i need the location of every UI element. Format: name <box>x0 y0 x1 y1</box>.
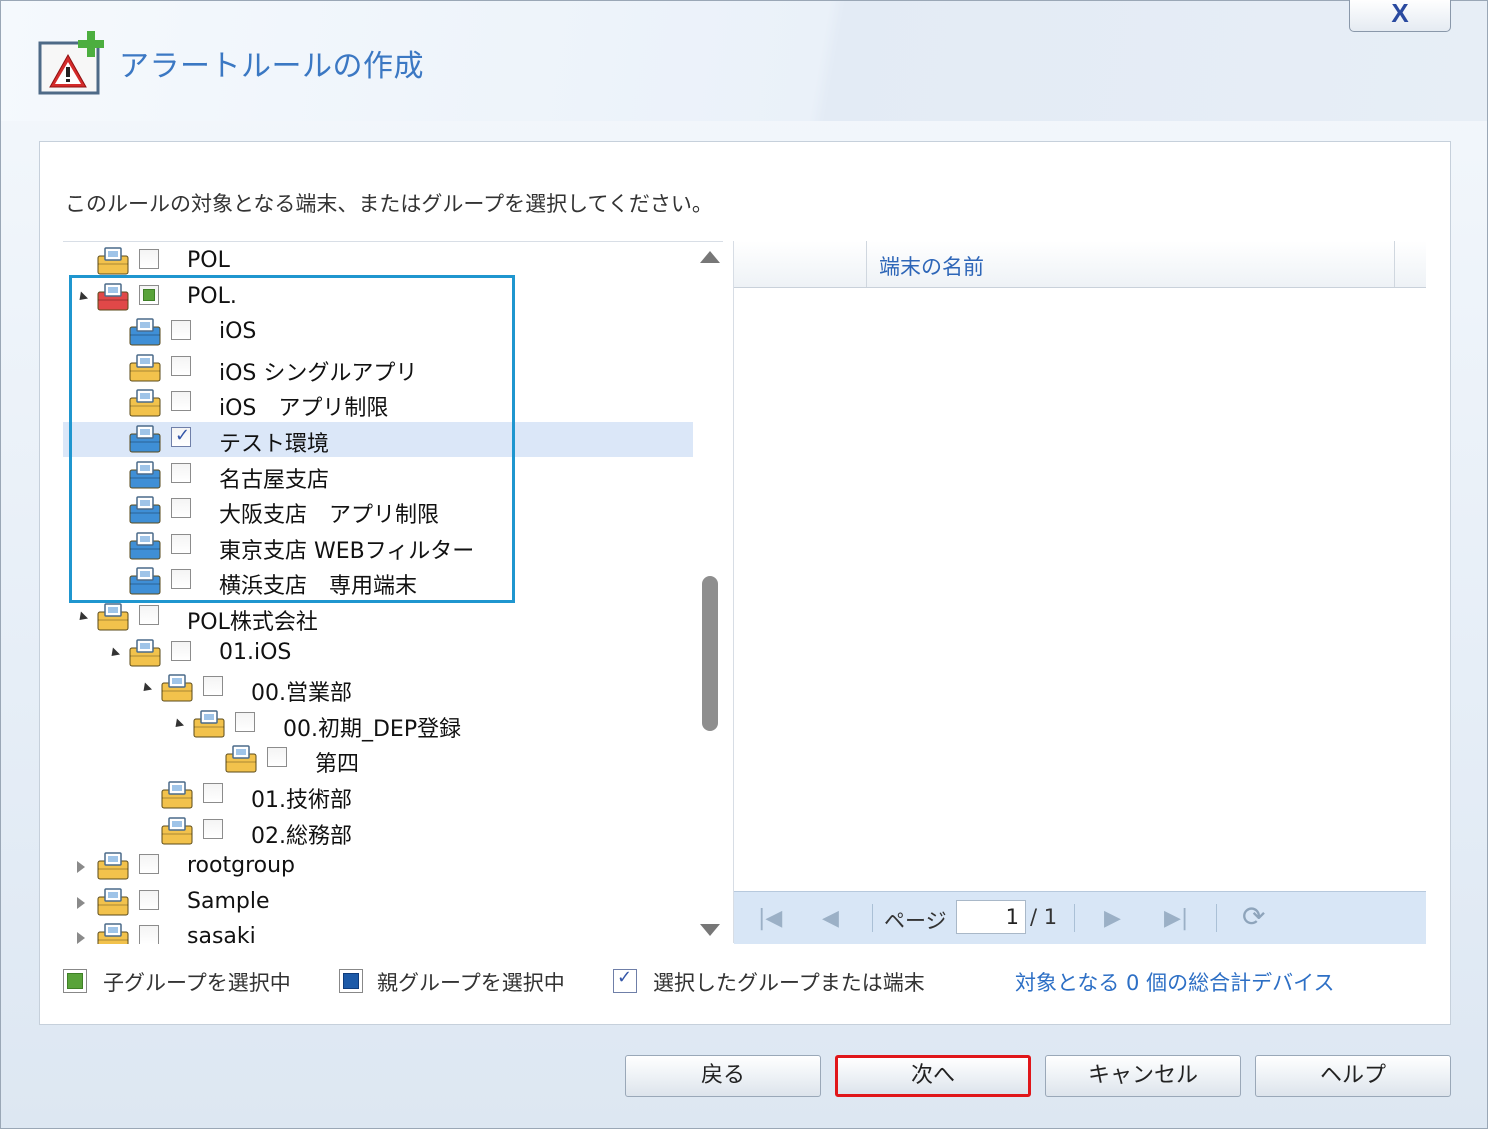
instruction-text: このルールの対象となる端末、またはグループを選択してください。 <box>65 192 713 216</box>
folder-yellow-group-icon <box>193 710 225 738</box>
cancel-button[interactable]: キャンセル <box>1045 1055 1241 1097</box>
close-button[interactable]: X <box>1349 0 1451 32</box>
column-separator <box>1394 241 1395 287</box>
parent-selected-legend-icon <box>339 969 363 993</box>
tree-checkbox[interactable] <box>203 676 223 697</box>
tree-row-label: Sample <box>187 888 270 914</box>
folder-yellow-group-icon <box>97 923 129 944</box>
total-devices-link[interactable]: 対象となる 0 個の総合計デバイス <box>1015 967 1334 997</box>
folder-yellow-group-icon <box>97 603 129 631</box>
scroll-down-arrow-icon[interactable] <box>700 924 720 936</box>
tree-row-label: 01.技術部 <box>251 788 352 813</box>
tree-row-label: 00.営業部 <box>251 681 352 707</box>
legend-child-selected: 子グループを選択中 <box>103 971 291 995</box>
expand-closed-arrow-icon[interactable] <box>77 932 85 944</box>
tree-row[interactable]: 01.技術部 <box>63 778 693 813</box>
alert-rule-icon <box>38 31 104 95</box>
tree-row[interactable]: sasaki <box>63 920 693 944</box>
tree-row-label: 第四 <box>315 752 360 778</box>
legend-selected: 選択したグループまたは端末 <box>653 971 925 995</box>
child-selected-swatch <box>67 973 83 989</box>
tree-checkbox[interactable] <box>171 640 191 661</box>
grid-header: 端末の名前 <box>734 241 1426 288</box>
tree-checkbox[interactable] <box>267 747 287 768</box>
tree-checkbox[interactable] <box>235 711 255 732</box>
tree-row[interactable]: 第四 <box>63 742 693 777</box>
column-separator <box>866 241 867 287</box>
tree-row[interactable]: 02.総務部 <box>63 814 693 849</box>
pager-separator <box>1074 904 1075 932</box>
last-page-icon[interactable]: ▶| <box>1164 906 1188 931</box>
folder-yellow-group-icon <box>129 638 161 667</box>
folder-yellow-group-icon <box>97 247 129 275</box>
first-page-icon[interactable]: |◀ <box>758 906 782 931</box>
parent-selected-swatch <box>343 973 359 989</box>
expand-closed-arrow-icon[interactable] <box>77 896 85 909</box>
tree-checkbox[interactable] <box>139 925 159 944</box>
tree-row-label: 00.初期_DEP登録 <box>283 716 462 742</box>
expand-open-arrow-icon[interactable] <box>171 718 185 731</box>
scroll-up-arrow-icon[interactable] <box>700 251 720 263</box>
expand-open-arrow-icon[interactable] <box>107 647 121 660</box>
child-selected-legend-icon <box>63 969 87 993</box>
dialog-window: X アラートルールの作成 このルールの対象となる端末、またはグループを選択してく… <box>0 0 1488 1129</box>
tree-row[interactable]: 00.初期_DEP登録 <box>63 707 693 742</box>
page-total: / 1 <box>1030 905 1058 929</box>
prev-page-icon[interactable]: ◀ <box>822 906 839 931</box>
tree-row[interactable]: POL <box>63 244 693 279</box>
selected-legend-icon: ✓ <box>613 967 637 993</box>
tree-row[interactable]: Sample <box>63 885 693 920</box>
refresh-icon[interactable]: ⟳ <box>1242 900 1265 933</box>
tree-row-label: 02.総務部 <box>251 823 352 849</box>
tree-row-label: 01.iOS <box>219 639 292 665</box>
page-number-input[interactable]: 1 <box>956 900 1026 934</box>
tree-checkbox[interactable] <box>139 889 159 910</box>
tree-checkbox[interactable] <box>139 854 159 875</box>
tree-row[interactable]: 00.営業部 <box>63 671 693 706</box>
expand-open-arrow-icon[interactable] <box>139 682 153 695</box>
pager-separator <box>1216 904 1217 932</box>
page-label: ページ <box>884 909 947 933</box>
tree-scrollbar-thumb[interactable] <box>702 576 718 731</box>
tree-row-label: rootgroup <box>187 853 296 879</box>
help-button[interactable]: ヘルプ <box>1255 1055 1451 1097</box>
tree-row[interactable]: rootgroup <box>63 849 693 884</box>
tree-checkbox[interactable] <box>139 249 159 269</box>
highlight-box <box>69 275 515 603</box>
column-device-name[interactable]: 端末の名前 <box>879 251 984 281</box>
folder-yellow-group-icon <box>97 888 129 916</box>
tree-row[interactable]: 01.iOS <box>63 636 693 671</box>
pager-bar: |◀ ◀ ページ 1 / 1 ▶ ▶| ⟳ <box>734 891 1426 944</box>
legend-parent-selected: 親グループを選択中 <box>377 971 565 995</box>
device-grid: 端末の名前 |◀ ◀ ページ 1 / 1 ▶ ▶| ⟳ <box>733 241 1426 944</box>
check-mark-icon: ✓ <box>617 967 633 988</box>
expand-open-arrow-icon[interactable] <box>75 611 89 624</box>
tree-checkbox[interactable] <box>139 605 159 625</box>
tree-row-label: sasaki <box>187 924 256 944</box>
pager-separator <box>872 904 873 932</box>
folder-yellow-group-icon <box>161 816 193 845</box>
tree-checkbox[interactable] <box>203 783 223 803</box>
next-button[interactable]: 次へ <box>835 1055 1031 1097</box>
tree-row-label: POL <box>187 248 230 273</box>
folder-yellow-group-icon <box>161 781 193 809</box>
tree-row[interactable]: POL株式会社 <box>63 600 693 635</box>
dialog-title: アラートルールの作成 <box>119 49 424 84</box>
folder-yellow-group-icon <box>97 852 129 880</box>
tree-checkbox[interactable] <box>203 818 223 839</box>
folder-yellow-group-icon <box>225 745 257 773</box>
tree-row-label: POL株式会社 <box>187 610 318 635</box>
next-page-icon[interactable]: ▶ <box>1104 906 1121 931</box>
folder-yellow-group-icon <box>161 674 193 702</box>
back-button[interactable]: 戻る <box>625 1055 821 1097</box>
expand-closed-arrow-icon[interactable] <box>77 861 85 874</box>
